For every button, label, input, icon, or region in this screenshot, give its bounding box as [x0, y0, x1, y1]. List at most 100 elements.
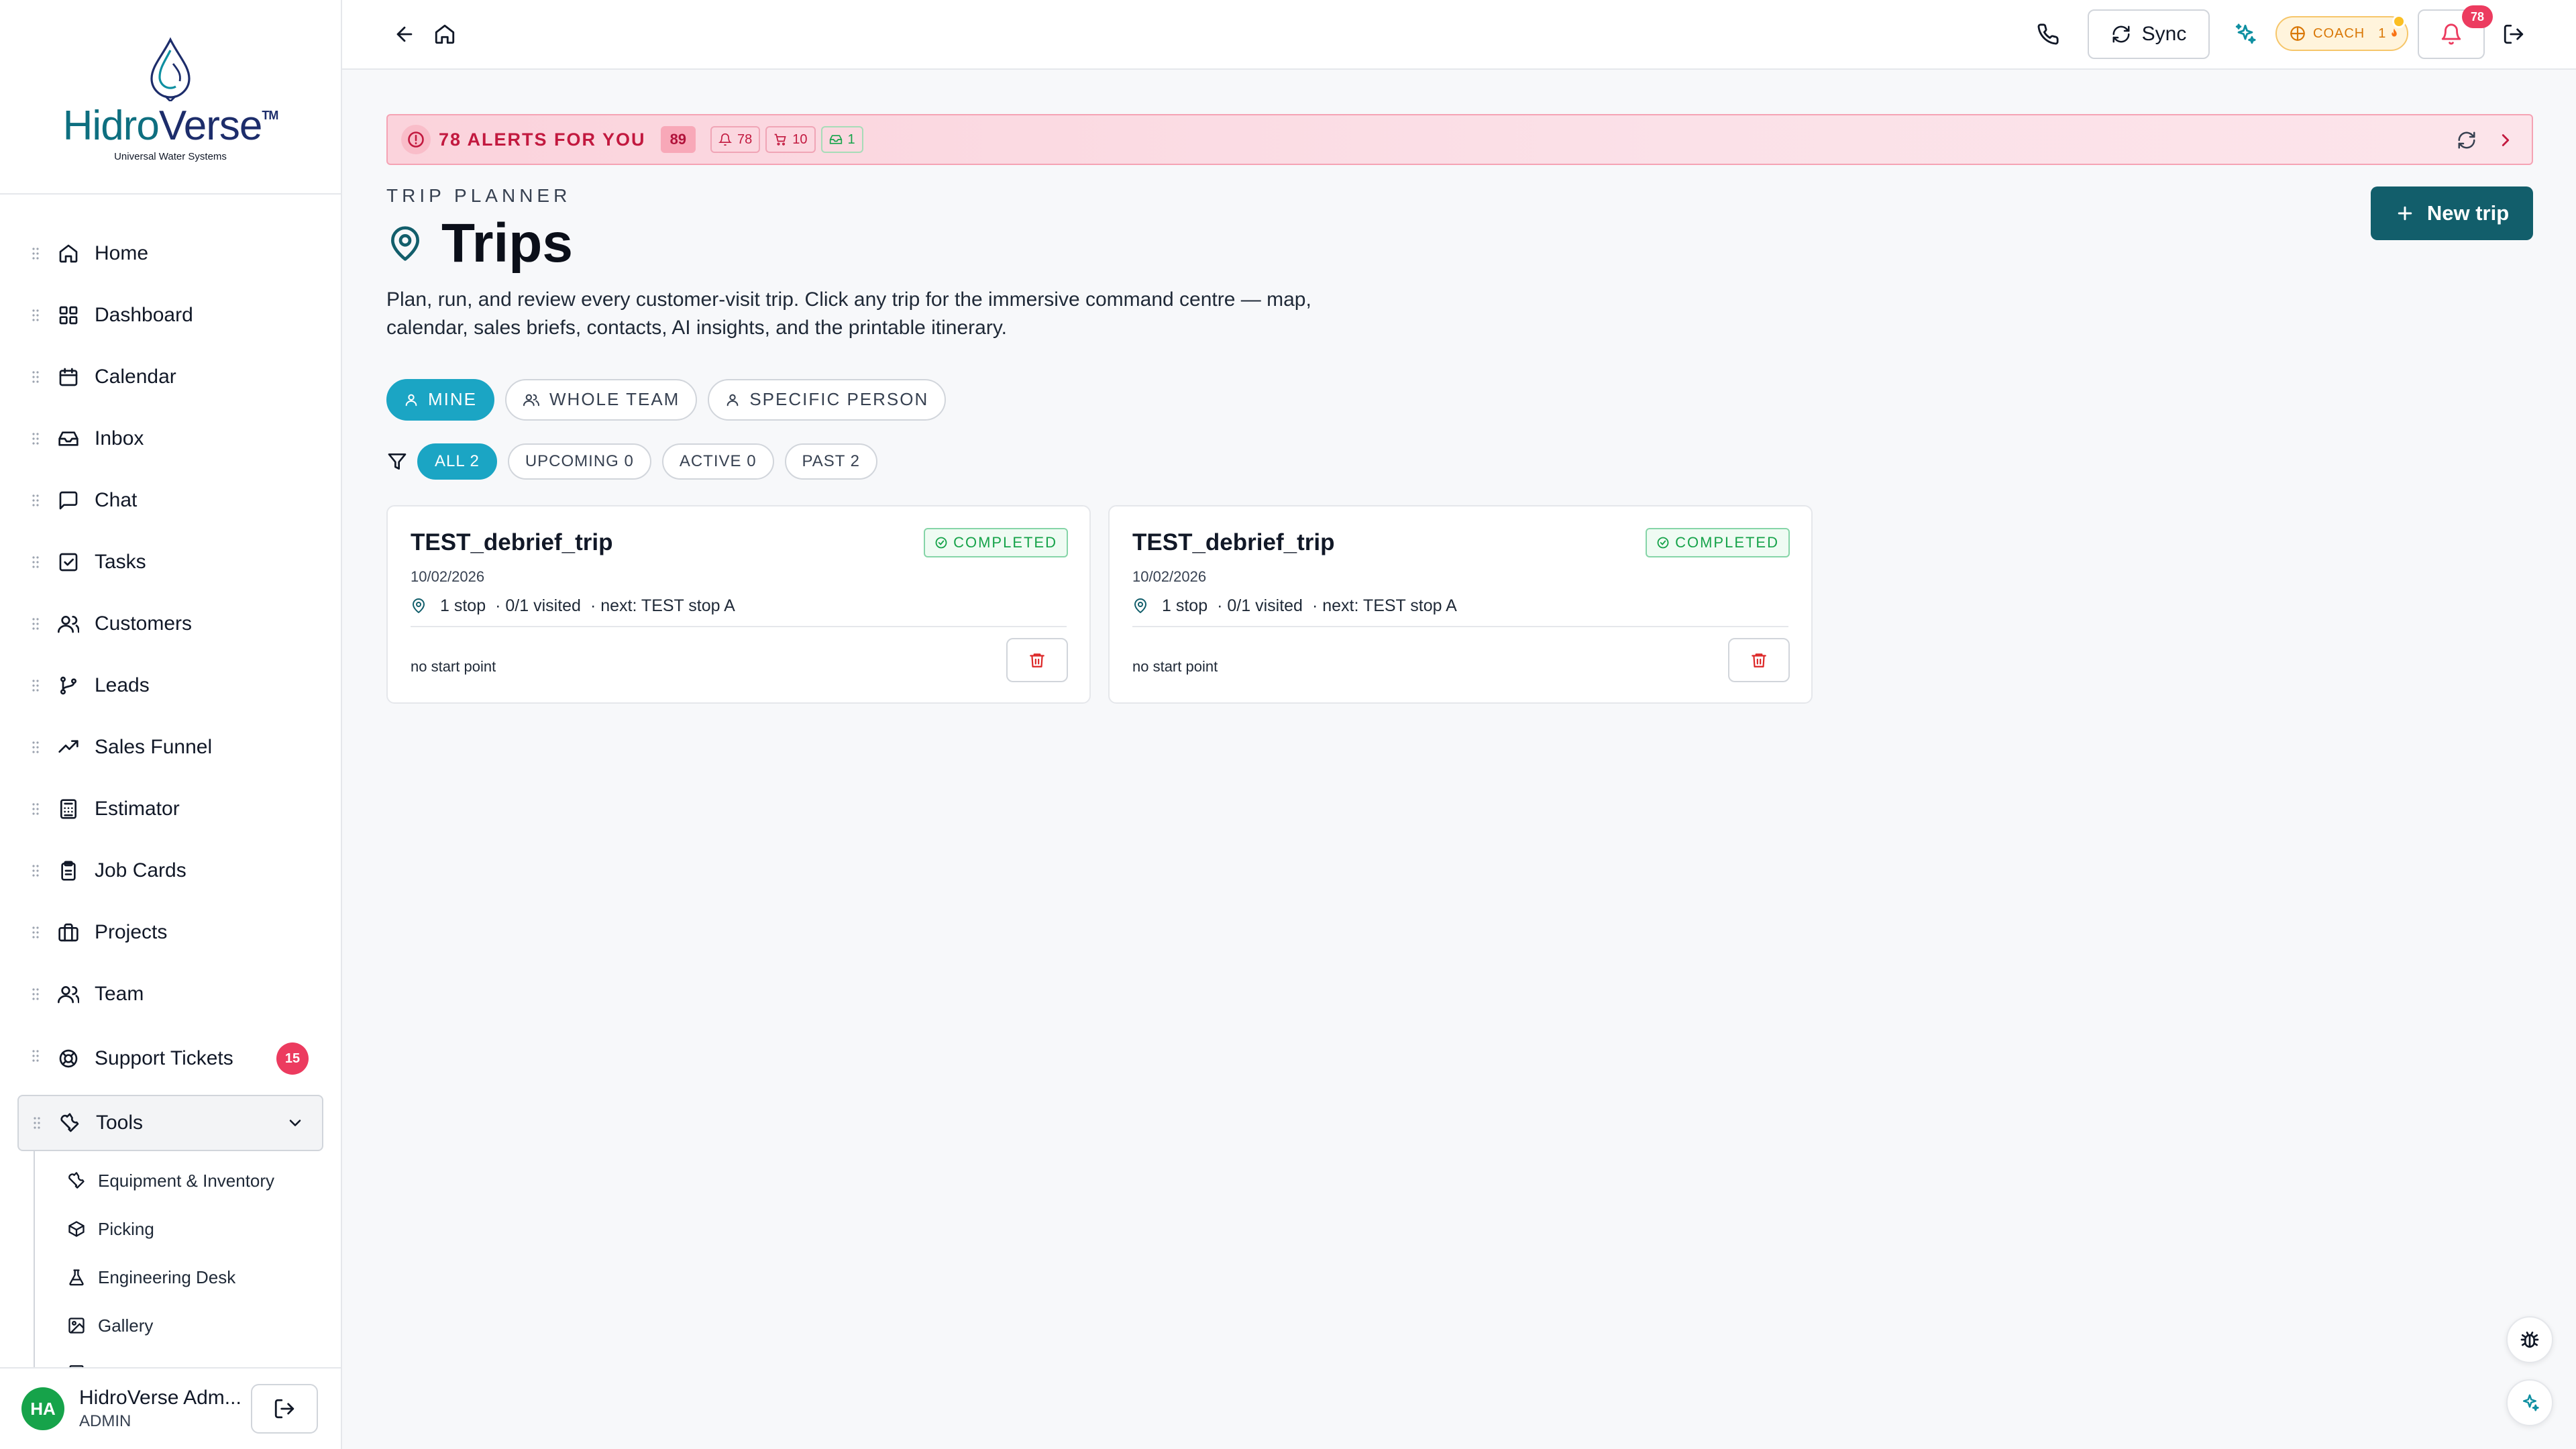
- briefcase-icon: [58, 923, 78, 942]
- alerts-inbox-chip[interactable]: 1: [820, 126, 863, 153]
- coach-icon: [2290, 26, 2305, 41]
- sidebar-item-label: Leads: [95, 674, 150, 696]
- map-pin-icon: [1134, 598, 1146, 614]
- filter-past[interactable]: PAST 2: [784, 443, 878, 480]
- delete-trip-button[interactable]: [1728, 637, 1790, 682]
- alerts-bell-chip[interactable]: 78: [710, 126, 761, 153]
- sidebar-item-tools[interactable]: Tools: [17, 1095, 323, 1151]
- sidebar-item-support-tickets[interactable]: Support Tickets 15: [0, 1025, 341, 1092]
- drag-handle-icon[interactable]: [34, 1116, 40, 1130]
- notifications-badge: 78: [2462, 5, 2493, 28]
- drag-handle-icon[interactable]: [32, 309, 39, 322]
- logout-icon[interactable]: [2502, 23, 2525, 46]
- sidebar-item-tasks[interactable]: Tasks: [0, 531, 341, 593]
- clipboard-icon: [61, 861, 76, 881]
- drag-handle-icon[interactable]: [32, 679, 39, 692]
- phone-icon[interactable]: [2037, 23, 2059, 46]
- page-title-row: Trips: [386, 213, 2533, 274]
- tools-submenu: Equipment & Inventory Picking Engineering …: [34, 1151, 341, 1398]
- filter-upcoming[interactable]: UPCOMING 0: [507, 443, 651, 480]
- notifications-button[interactable]: 78: [2418, 5, 2493, 59]
- home-icon[interactable]: [433, 23, 456, 46]
- sidebar-item-estimator[interactable]: Estimator: [0, 778, 341, 840]
- drag-handle-icon[interactable]: [32, 494, 39, 507]
- drag-handle-icon[interactable]: [32, 926, 39, 939]
- sidebar-item-label: Support Tickets: [95, 1047, 233, 1069]
- map-pin-icon: [413, 598, 425, 614]
- trip-next-stop: · next: TEST stop A: [1311, 596, 1457, 615]
- ai-assistant-button[interactable]: [2506, 1379, 2553, 1426]
- drag-handle-icon[interactable]: [32, 741, 39, 754]
- package-icon: [68, 1221, 85, 1237]
- chevron-down-icon[interactable]: [286, 1114, 305, 1132]
- new-trip-button[interactable]: New trip: [2371, 186, 2533, 240]
- trip-date: 10/02/2026: [411, 568, 485, 585]
- sidebar-item-inbox[interactable]: Inbox: [0, 408, 341, 470]
- sidebar-item-label: Chat: [95, 489, 138, 511]
- brand-tagline: Universal Water Systems: [114, 151, 227, 162]
- ai-sparkle-icon[interactable]: [2234, 23, 2257, 46]
- submenu-item-picking[interactable]: Picking: [35, 1205, 341, 1253]
- coach-count: 1: [2378, 25, 2386, 41]
- bug-report-button[interactable]: [2506, 1316, 2553, 1363]
- scope-specific-person[interactable]: SPECIFIC PERSON: [708, 378, 947, 421]
- submenu-item-equipment-inventory[interactable]: Equipment & Inventory: [35, 1157, 341, 1205]
- sidebar-item-chat[interactable]: Chat: [0, 470, 341, 531]
- plus-icon: [2398, 206, 2412, 221]
- submenu-item-label: Engineering Desk: [98, 1267, 236, 1287]
- alerts-banner[interactable]: 78 ALERTS FOR YOU 89 78 10 1: [386, 114, 2533, 165]
- scope-label: MINE: [428, 389, 477, 410]
- sidebar-item-job-cards[interactable]: Job Cards: [0, 840, 341, 902]
- trip-next-stop: · next: TEST stop A: [590, 596, 735, 615]
- coach-button[interactable]: COACH 1: [2275, 15, 2408, 51]
- alerts-title: 78 ALERTS FOR YOU: [439, 129, 646, 150]
- avatar[interactable]: HA: [21, 1387, 64, 1430]
- ai-sparkle-icon: [2523, 1394, 2539, 1411]
- image-icon: [68, 1318, 85, 1334]
- alerts-bell-count: 78: [737, 131, 753, 147]
- drag-handle-icon[interactable]: [32, 864, 39, 877]
- filter-active[interactable]: ACTIVE 0: [661, 443, 774, 480]
- sidebar-logout-button[interactable]: [251, 1384, 318, 1434]
- card-divider: [411, 625, 1067, 627]
- brand-wordmark: Hidro Verse TM: [63, 105, 279, 147]
- drag-handle-icon[interactable]: [32, 555, 39, 569]
- sidebar-item-projects[interactable]: Projects: [0, 902, 341, 963]
- drag-handle-icon[interactable]: [32, 617, 39, 631]
- sync-button[interactable]: Sync: [2088, 9, 2210, 59]
- alerts-cart-count: 10: [792, 131, 808, 147]
- sidebar-nav: Home Dashboard Calendar Inbox Chat Tasks Custo…: [0, 195, 341, 1398]
- back-arrow-icon[interactable]: [393, 23, 416, 46]
- chevron-right-icon[interactable]: [2496, 130, 2516, 150]
- page-subtitle: Plan, run, and review every customer-vis…: [386, 288, 1311, 339]
- drag-handle-icon[interactable]: [32, 802, 39, 816]
- submenu-item-gallery[interactable]: Gallery: [35, 1301, 341, 1350]
- sidebar-item-calendar[interactable]: Calendar: [0, 346, 341, 408]
- trip-date: 10/02/2026: [1132, 568, 1207, 585]
- sidebar-item-home[interactable]: Home: [0, 223, 341, 284]
- drag-handle-icon[interactable]: [32, 247, 39, 260]
- water-drop-icon: [150, 37, 191, 101]
- trip-card[interactable]: TEST_debrief_trip 10/02/2026 1 stop · 0/1 v…: [386, 504, 1091, 704]
- drag-handle-icon[interactable]: [32, 987, 39, 1001]
- refresh-icon[interactable]: [2457, 130, 2477, 150]
- sidebar-item-sales-funnel[interactable]: Sales Funnel: [0, 716, 341, 778]
- drag-handle-icon[interactable]: [32, 432, 39, 445]
- drag-handle-icon[interactable]: [32, 370, 39, 384]
- sidebar-item-team[interactable]: Team: [0, 963, 341, 1025]
- drag-handle-icon[interactable]: [32, 1049, 39, 1063]
- brand-logo[interactable]: Hidro Verse TM Universal Water Systems: [0, 0, 341, 195]
- sidebar-item-dashboard[interactable]: Dashboard: [0, 284, 341, 346]
- scope-whole-team[interactable]: WHOLE TEAM: [505, 378, 698, 421]
- wrench-icon: [60, 1113, 79, 1132]
- trip-card[interactable]: TEST_debrief_trip 10/02/2026 1 stop · 0/1 v…: [1108, 504, 1813, 704]
- sidebar-item-customers[interactable]: Customers: [0, 593, 341, 655]
- submenu-item-engineering-desk[interactable]: Engineering Desk: [35, 1253, 341, 1301]
- scope-mine[interactable]: MINE: [386, 378, 494, 421]
- alert-circle-icon: [401, 125, 431, 154]
- alerts-cart-chip[interactable]: 10: [765, 126, 816, 153]
- delete-trip-button[interactable]: [1006, 637, 1068, 682]
- filter-all[interactable]: ALL 2: [417, 443, 497, 480]
- sidebar-item-label: Sales Funnel: [95, 736, 213, 758]
- sidebar-item-leads[interactable]: Leads: [0, 655, 341, 716]
